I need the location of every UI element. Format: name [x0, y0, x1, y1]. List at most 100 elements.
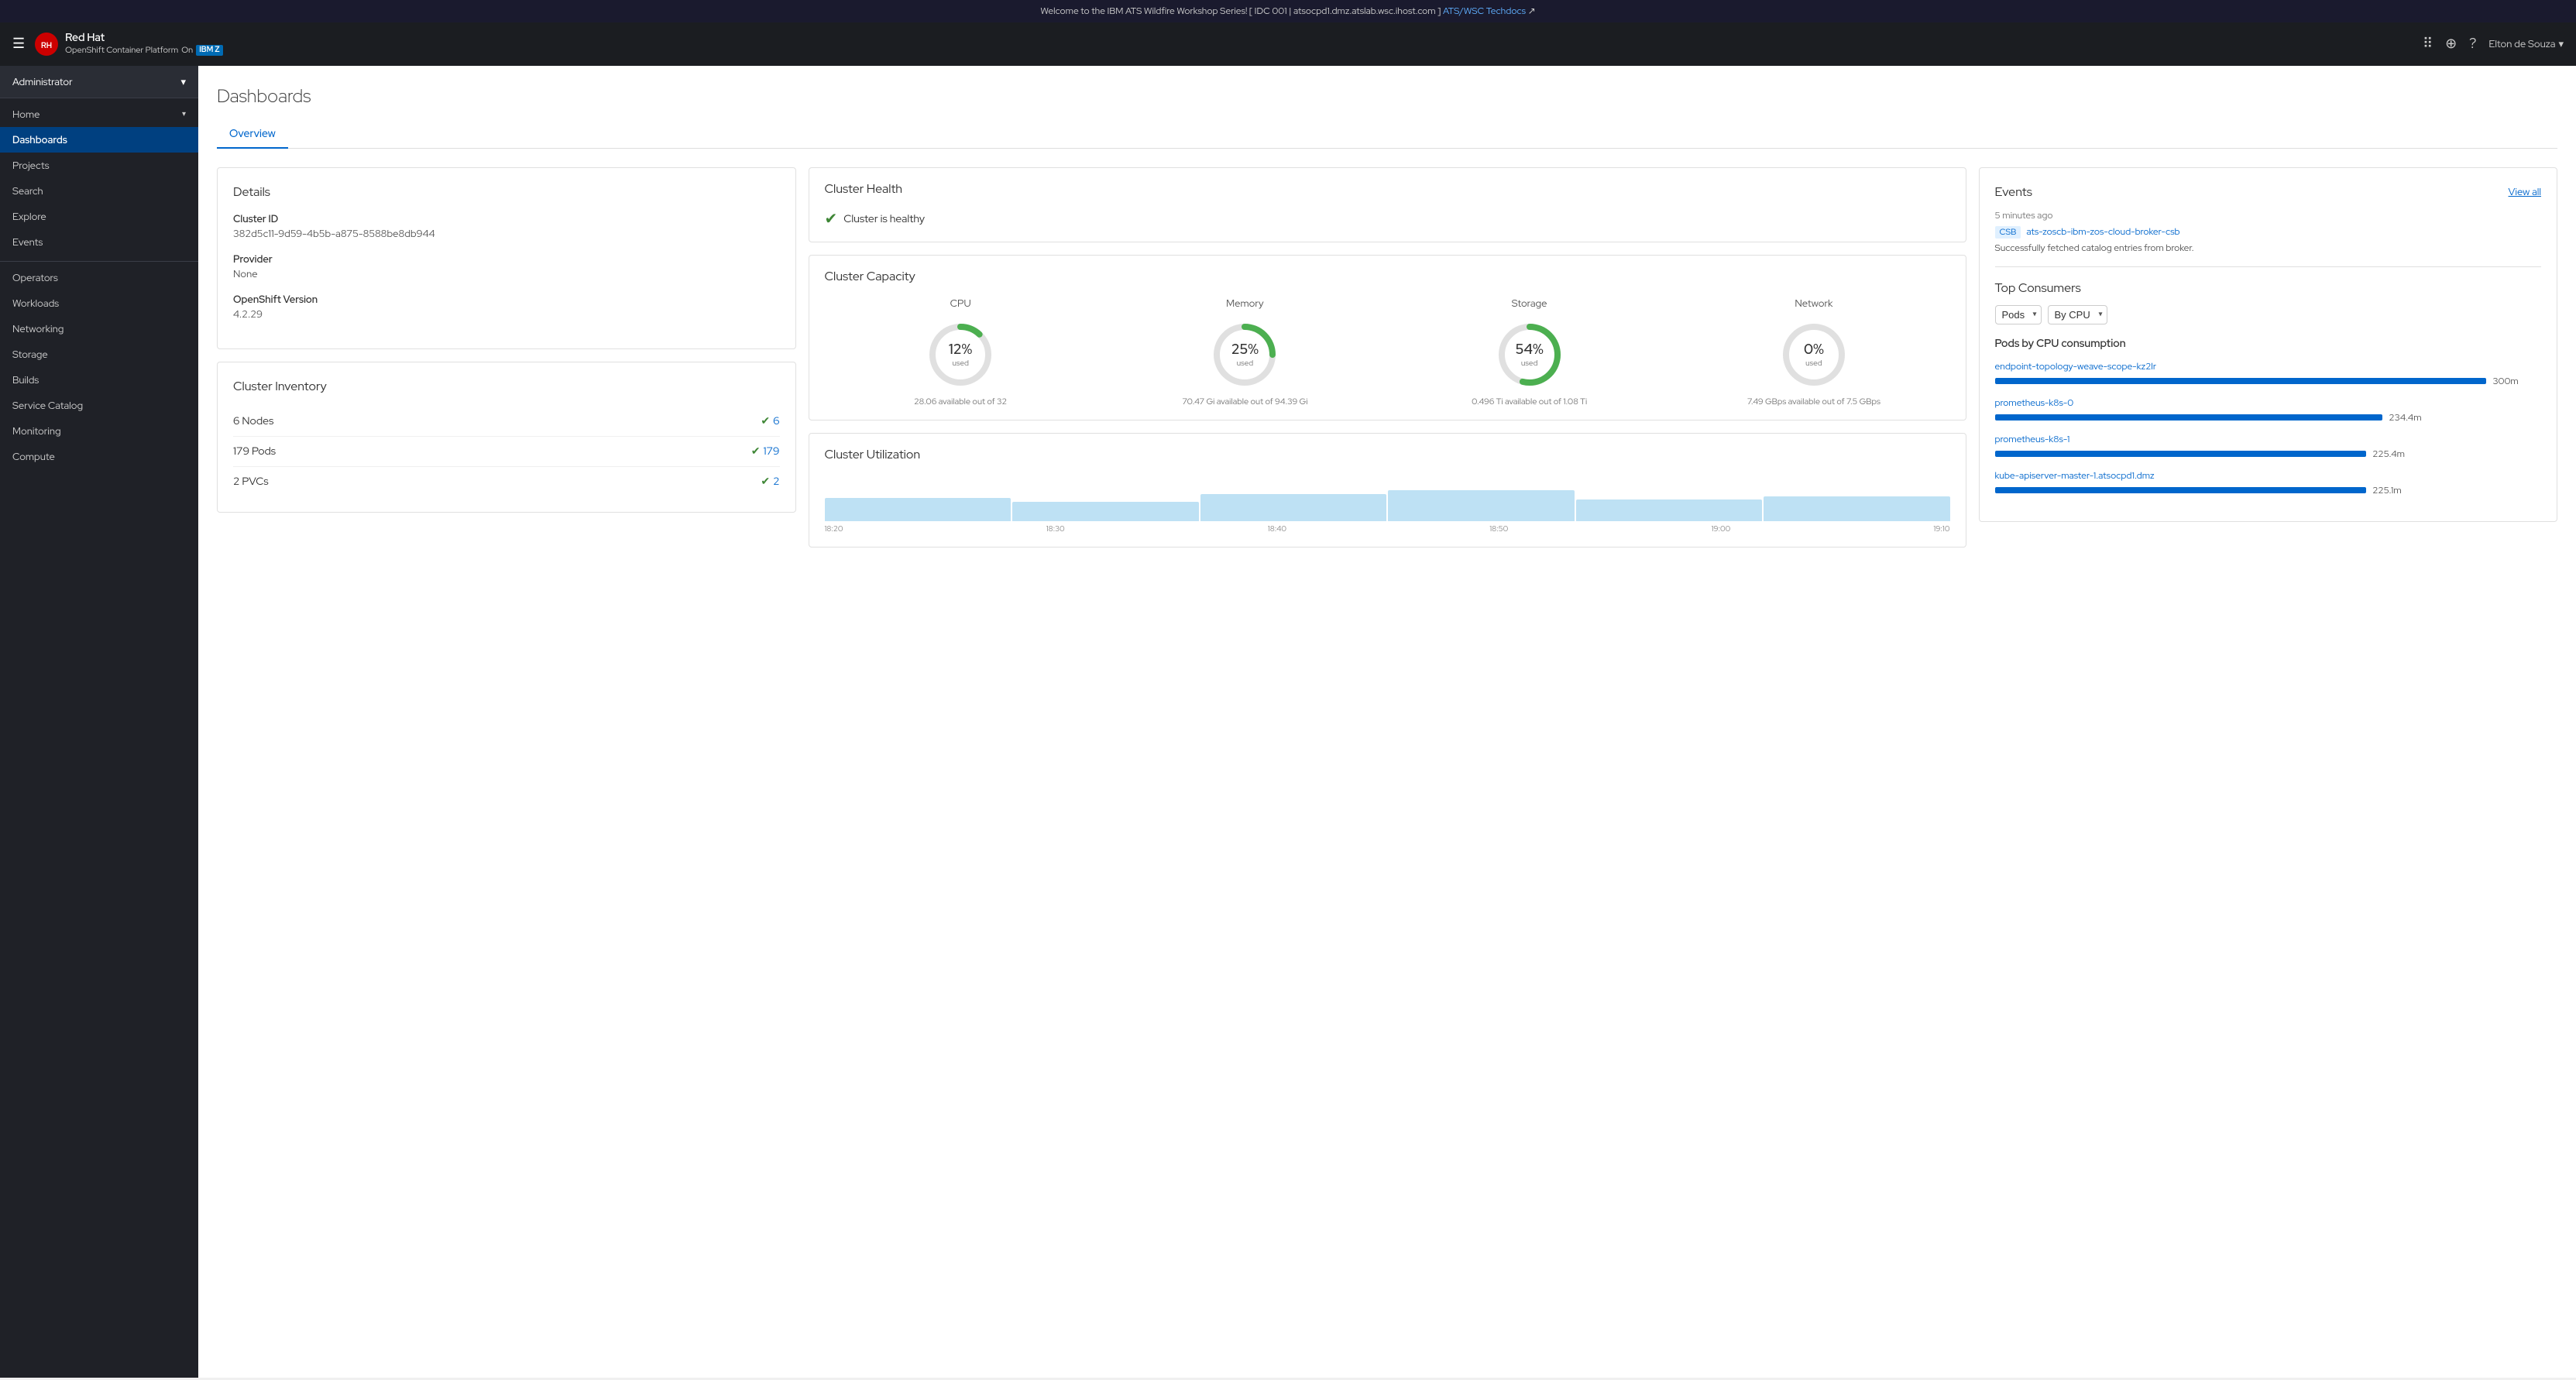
util-axis-label: 18:30	[1046, 524, 1065, 534]
middle-column: Cluster Health ✔ Cluster is healthy Clus…	[809, 167, 1966, 548]
consumer-bar	[1995, 451, 2367, 457]
banner-link-icon: ↗	[1528, 5, 1536, 17]
sidebar-item-storage[interactable]: Storage	[0, 342, 198, 367]
capacity-storage: Storage 54% used 0.496 Ti available out …	[1393, 297, 1665, 407]
sidebar-item-search[interactable]: Search	[0, 178, 198, 204]
capacity-memory: Memory 25% used 70.47 Gi available out o…	[1109, 297, 1381, 407]
brand-name: Red Hat	[65, 32, 222, 45]
consumer-bar-wrap: 300m	[1995, 375, 2542, 387]
capacity-network-label: Network	[1678, 297, 1949, 310]
capacity-storage-donut: 54% used	[1491, 316, 1568, 393]
plus-icon[interactable]: ⊕	[2445, 35, 2457, 53]
capacity-storage-available: 0.496 Ti available out of 1.08 Ti	[1393, 396, 1665, 407]
consumer-name[interactable]: kube-apiserver-master-1.atsocpd1.dmz	[1995, 469, 2542, 482]
pvcs-inventory-item: 2 PVCs ✔ 2	[233, 467, 780, 496]
svg-text:RH: RH	[41, 41, 52, 51]
cluster-capacity-title: Cluster Capacity	[825, 268, 1950, 284]
sidebar-item-service-catalog[interactable]: Service Catalog	[0, 393, 198, 418]
pvcs-count-wrap: ✔ 2	[761, 475, 779, 489]
provider-item: Provider None	[233, 252, 780, 280]
consumer-value: 225.4m	[2372, 448, 2405, 460]
consumers-filters: Pods By CPU	[1995, 305, 2542, 324]
consumer-item: prometheus-k8s-0 234.4m	[1995, 396, 2542, 424]
sidebar-item-projects[interactable]: Projects	[0, 153, 198, 178]
nodes-inventory-item: 6 Nodes ✔ 6	[233, 407, 780, 437]
event-list: 5 minutes ago CSB ats-zoscb-ibm-zos-clou…	[1995, 209, 2542, 254]
brand-subtitle: OpenShift Container Platform On IBM Z	[65, 45, 222, 56]
consumer-value: 300m	[2492, 375, 2518, 387]
sidebar-item-workloads[interactable]: Workloads	[0, 290, 198, 316]
consumer-bar	[1995, 487, 2367, 493]
sidebar-item-monitoring[interactable]: Monitoring	[0, 418, 198, 444]
consumer-name[interactable]: endpoint-topology-weave-scope-kz2lr	[1995, 360, 2542, 372]
consumer-name[interactable]: prometheus-k8s-0	[1995, 396, 2542, 409]
sidebar-item-builds[interactable]: Builds	[0, 367, 198, 393]
cluster-health-title: Cluster Health	[825, 180, 1950, 197]
utilization-chart	[825, 475, 1950, 521]
util-bar	[1764, 496, 1950, 521]
util-bar	[1200, 494, 1387, 521]
help-icon[interactable]: ?	[2469, 35, 2476, 53]
sidebar-role[interactable]: Administrator ▾	[0, 66, 198, 98]
layout: Administrator ▾ Home ▾ Dashboards Projec…	[0, 66, 2576, 1378]
hamburger-icon[interactable]: ☰	[12, 35, 25, 53]
pvcs-label: 2 PVCs	[233, 475, 269, 489]
event-description: Successfully fetched catalog entries fro…	[1995, 242, 2542, 254]
cluster-id-value: 382d5c11-9d59-4b5b-a875-8588be8db944	[233, 227, 780, 240]
banner-text: Welcome to the IBM ATS Wildfire Workshop…	[1040, 5, 1441, 17]
consumer-bar-wrap: 234.4m	[1995, 411, 2542, 424]
openshift-version-item: OpenShift Version 4.2.29	[233, 293, 780, 321]
sidebar-item-networking[interactable]: Networking	[0, 316, 198, 342]
banner-link[interactable]: ATS/WSC Techdocs	[1443, 5, 1526, 17]
header-left: ☰ RH Red Hat OpenShift Container Platfor…	[12, 32, 2413, 57]
cluster-id-item: Cluster ID 382d5c11-9d59-4b5b-a875-8588b…	[233, 212, 780, 240]
nodes-check-icon: ✔	[761, 414, 770, 428]
pods-count-wrap: ✔ 179	[751, 445, 780, 458]
user-menu[interactable]: Elton de Souza ▾	[2488, 37, 2564, 50]
ibm-z-badge: IBM Z	[196, 45, 222, 56]
event-time: 5 minutes ago	[1995, 209, 2542, 221]
util-axis-label: 19:00	[1711, 524, 1730, 534]
consumer-name[interactable]: prometheus-k8s-1	[1995, 433, 2542, 445]
pods-count-link[interactable]: 179	[763, 445, 779, 458]
tab-overview[interactable]: Overview	[217, 121, 288, 149]
health-status-text: Cluster is healthy	[843, 212, 925, 226]
cluster-capacity-card: Cluster Capacity CPU 12% used 28.06 avai…	[809, 255, 1966, 421]
sidebar-item-events[interactable]: Events	[0, 229, 198, 255]
capacity-cpu-donut: 12% used	[922, 316, 999, 393]
filter-type-select[interactable]: Pods	[1995, 305, 2042, 324]
util-axis-label: 18:40	[1268, 524, 1286, 534]
nodes-count-link[interactable]: 6	[773, 414, 779, 428]
sidebar-item-explore[interactable]: Explore	[0, 204, 198, 229]
top-consumers-title: Top Consumers	[1995, 280, 2542, 296]
provider-value: None	[233, 267, 780, 280]
main-content: Dashboards Overview Details Cluster ID 3…	[198, 66, 2576, 1378]
capacity-cpu-label: CPU	[825, 297, 1097, 310]
top-banner: Welcome to the IBM ATS Wildfire Workshop…	[0, 0, 2576, 22]
capacity-memory-available: 70.47 Gi available out of 94.39 Gi	[1109, 396, 1381, 407]
util-bar	[1576, 499, 1763, 521]
event-pod-name[interactable]: ats-zoscb-ibm-zos-cloud-broker-csb	[2026, 225, 2179, 238]
header-right: ⠿ ⊕ ? Elton de Souza ▾	[2423, 35, 2564, 53]
consumer-bar-wrap: 225.1m	[1995, 484, 2542, 496]
sidebar-divider-1	[0, 261, 198, 262]
cluster-inventory-card: Cluster Inventory 6 Nodes ✔ 6 179 Pods ✔…	[217, 362, 796, 513]
home-chevron: ▾	[182, 109, 186, 119]
sidebar-item-compute[interactable]: Compute	[0, 444, 198, 469]
sidebar-item-operators[interactable]: Operators	[0, 265, 198, 290]
openshift-version-label: OpenShift Version	[233, 293, 780, 306]
view-all-link[interactable]: View all	[2509, 185, 2541, 198]
pvcs-count-link[interactable]: 2	[773, 475, 779, 489]
capacity-cpu: CPU 12% used 28.06 available out of 32	[825, 297, 1097, 407]
sidebar: Administrator ▾ Home ▾ Dashboards Projec…	[0, 66, 198, 1378]
sidebar-item-home[interactable]: Home ▾	[0, 101, 198, 127]
nodes-label: 6 Nodes	[233, 414, 273, 428]
sidebar-item-dashboards[interactable]: Dashboards	[0, 127, 198, 153]
filter-metric-select[interactable]: By CPU	[2048, 305, 2107, 324]
dashboard-grid: Details Cluster ID 382d5c11-9d59-4b5b-a8…	[217, 167, 2557, 548]
grid-icon[interactable]: ⠿	[2423, 35, 2433, 53]
util-axis-label: 18:20	[825, 524, 843, 534]
util-bar	[1388, 490, 1575, 521]
util-bar	[1012, 502, 1199, 521]
page-title: Dashboards	[217, 84, 2557, 108]
